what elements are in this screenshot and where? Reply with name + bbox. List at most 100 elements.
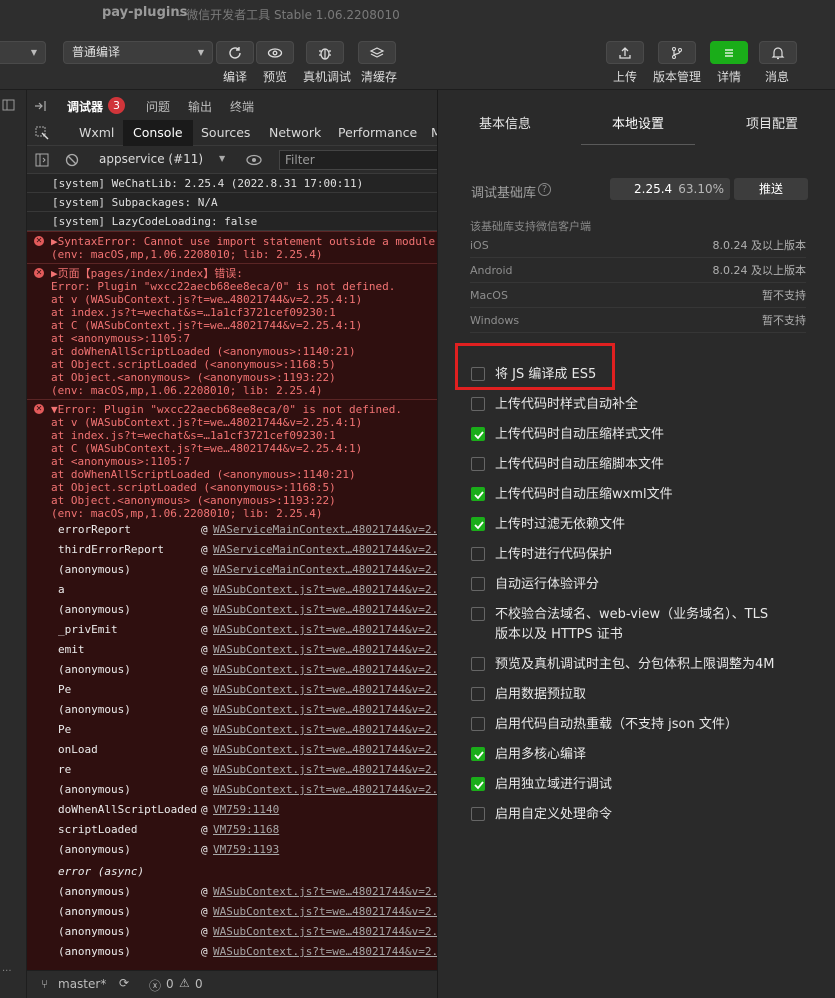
stack-location-link[interactable]: WASubContext.js?t=we…48021744&v=2.: [213, 580, 437, 600]
inspect-icon[interactable]: [35, 126, 49, 140]
stack-location-link[interactable]: WAServiceMainContext…48021744&v=2.: [213, 520, 437, 540]
compile-mode-select[interactable]: 普通编译 ▼: [63, 41, 213, 64]
stack-location-link[interactable]: WASubContext.js?t=we…48021744&v=2.: [213, 600, 437, 620]
sidebar-toggle-icon[interactable]: [35, 153, 49, 167]
option-row[interactable]: 上传时过滤无依赖文件: [471, 510, 811, 540]
more-icon[interactable]: ···: [2, 966, 12, 977]
option-row[interactable]: 上传代码时自动压缩wxml文件: [471, 480, 811, 510]
error-line[interactable]: at v (WASubContext.js?t=we…48021744&v=2.…: [51, 416, 362, 429]
option-checkbox[interactable]: [471, 397, 485, 411]
console-error-2[interactable]: ✕ ▶页面【pages/index/index】错误: Error: Plugi…: [27, 263, 437, 399]
error-count[interactable]: 0: [166, 977, 174, 991]
compile-button[interactable]: [216, 41, 254, 64]
warning-count[interactable]: 0: [195, 977, 203, 991]
preview-button[interactable]: [256, 41, 294, 64]
lib-usage-percent: 63.10%: [678, 182, 724, 196]
chevron-down-icon[interactable]: ▼: [219, 154, 225, 163]
stack-location-link[interactable]: WASubContext.js?t=we…48021744&v=2.: [213, 902, 437, 922]
stack-location-link[interactable]: WASubContext.js?t=we…48021744&v=2.: [213, 760, 437, 780]
filter-input[interactable]: Filter: [279, 150, 437, 170]
option-row[interactable]: 自动运行体验评分: [471, 570, 811, 600]
stack-location-link[interactable]: WASubContext.js?t=we…48021744&v=2.: [213, 942, 437, 962]
error-line[interactable]: at C (WASubContext.js?t=we…48021744&v=2.…: [51, 319, 362, 332]
details-button[interactable]: [710, 41, 748, 64]
tab-basic-info[interactable]: 基本信息: [479, 113, 531, 132]
tab-network[interactable]: Network: [259, 120, 331, 146]
clear-console-icon[interactable]: [65, 153, 79, 167]
upload-button[interactable]: [606, 41, 644, 64]
clear-cache-button[interactable]: [358, 41, 396, 64]
option-checkbox[interactable]: [471, 687, 485, 701]
option-row[interactable]: 不校验合法域名、web-view（业务域名）、TLS 版本以及 HTTPS 证书: [471, 600, 811, 642]
option-checkbox[interactable]: [471, 457, 485, 471]
stack-location-link[interactable]: VM759:1193: [213, 840, 279, 860]
option-checkbox[interactable]: [471, 547, 485, 561]
option-label: 上传代码时自动压缩样式文件: [495, 427, 665, 442]
stack-location-link[interactable]: WAServiceMainContext…48021744&v=2.: [213, 560, 437, 580]
option-row[interactable]: 上传代码时自动压缩脚本文件: [471, 450, 811, 480]
option-row[interactable]: 上传时进行代码保护: [471, 540, 811, 570]
option-checkbox[interactable]: [471, 717, 485, 731]
option-row[interactable]: 启用代码自动热重载（不支持 json 文件）: [471, 710, 811, 740]
error-line[interactable]: at index.js?t=wechat&s=…1a1cf3721cef0923…: [51, 306, 336, 319]
tab-console[interactable]: Console: [123, 120, 193, 146]
tab-problems[interactable]: 问题: [146, 98, 170, 115]
option-checkbox[interactable]: [471, 517, 485, 531]
tab-local-settings[interactable]: 本地设置: [612, 113, 664, 132]
dock-icon[interactable]: [34, 100, 48, 112]
tab-output[interactable]: 输出: [188, 98, 212, 115]
stack-location-link[interactable]: WASubContext.js?t=we…48021744&v=2.: [213, 660, 437, 680]
error-line[interactable]: at C (WASubContext.js?t=we…48021744&v=2.…: [51, 442, 362, 455]
stack-location-link[interactable]: VM759:1140: [213, 800, 279, 820]
option-checkbox[interactable]: [471, 487, 485, 501]
sync-icon[interactable]: ⟳: [119, 976, 129, 990]
error-line[interactable]: at index.js?t=wechat&s=…1a1cf3721cef0923…: [51, 429, 336, 442]
stack-location-link[interactable]: VM759:1168: [213, 820, 279, 840]
tab-sources[interactable]: Sources: [191, 120, 260, 146]
option-checkbox[interactable]: [471, 777, 485, 791]
push-button[interactable]: 推送: [734, 178, 808, 200]
stack-location-link[interactable]: WASubContext.js?t=we…48021744&v=2.: [213, 882, 437, 902]
stack-location-link[interactable]: WASubContext.js?t=we…48021744&v=2.: [213, 922, 437, 942]
eye-icon[interactable]: [246, 153, 262, 167]
real-debug-button[interactable]: [306, 41, 344, 64]
option-row[interactable]: 启用多核心编译: [471, 740, 811, 770]
mode-select[interactable]: ▼: [0, 41, 46, 64]
option-row[interactable]: 上传代码时样式自动补全: [471, 390, 811, 420]
stack-location-link[interactable]: WASubContext.js?t=we…48021744&v=2.: [213, 620, 437, 640]
stack-location-link[interactable]: WASubContext.js?t=we…48021744&v=2.: [213, 700, 437, 720]
help-icon[interactable]: ?: [538, 183, 551, 196]
branch-name[interactable]: master*: [58, 977, 106, 991]
option-checkbox[interactable]: [471, 577, 485, 591]
option-checkbox[interactable]: [471, 657, 485, 671]
stack-location-link[interactable]: WASubContext.js?t=we…48021744&v=2.: [213, 720, 437, 740]
tab-debugger[interactable]: 调试器: [67, 98, 103, 115]
option-checkbox[interactable]: [471, 807, 485, 821]
context-select[interactable]: appservice (#11): [99, 152, 203, 166]
lib-version-select[interactable]: 2.25.4 63.10%: [610, 178, 730, 200]
option-checkbox[interactable]: [471, 747, 485, 761]
console-error-1[interactable]: ✕ ▶SyntaxError: Cannot use import statem…: [27, 231, 437, 263]
option-row[interactable]: 上传代码时自动压缩样式文件: [471, 420, 811, 450]
option-checkbox[interactable]: [471, 607, 485, 621]
version-button[interactable]: [658, 41, 696, 64]
option-row[interactable]: 预览及真机调试时主包、分包体积上限调整为4M: [471, 650, 811, 680]
stack-location-link[interactable]: WASubContext.js?t=we…48021744&v=2.: [213, 780, 437, 800]
stack-location-link[interactable]: WASubContext.js?t=we…48021744&v=2.: [213, 680, 437, 700]
panel-icon[interactable]: [2, 98, 16, 112]
tab-wxml[interactable]: Wxml: [69, 120, 124, 146]
tab-project-config[interactable]: 项目配置: [746, 113, 798, 132]
console-error-3[interactable]: ✕ ▼Error: Plugin "wxcc22aecb68ee8eca/0" …: [27, 399, 437, 970]
stack-location-link[interactable]: WASubContext.js?t=we…48021744&v=2.: [213, 740, 437, 760]
option-row[interactable]: 启用独立域进行调试: [471, 770, 811, 800]
error-line[interactable]: at v (WASubContext.js?t=we…48021744&v=2.…: [51, 293, 362, 306]
stack-location-link[interactable]: WASubContext.js?t=we…48021744&v=2.: [213, 640, 437, 660]
option-row[interactable]: 启用自定义处理命令: [471, 800, 811, 830]
stack-location-link[interactable]: WAServiceMainContext…48021744&v=2.: [213, 540, 437, 560]
tab-more[interactable]: M: [421, 120, 437, 146]
tab-performance[interactable]: Performance: [328, 120, 427, 146]
option-row[interactable]: 启用数据预拉取: [471, 680, 811, 710]
messages-button[interactable]: [759, 41, 797, 64]
option-checkbox[interactable]: [471, 427, 485, 441]
tab-terminal[interactable]: 终端: [230, 98, 254, 115]
